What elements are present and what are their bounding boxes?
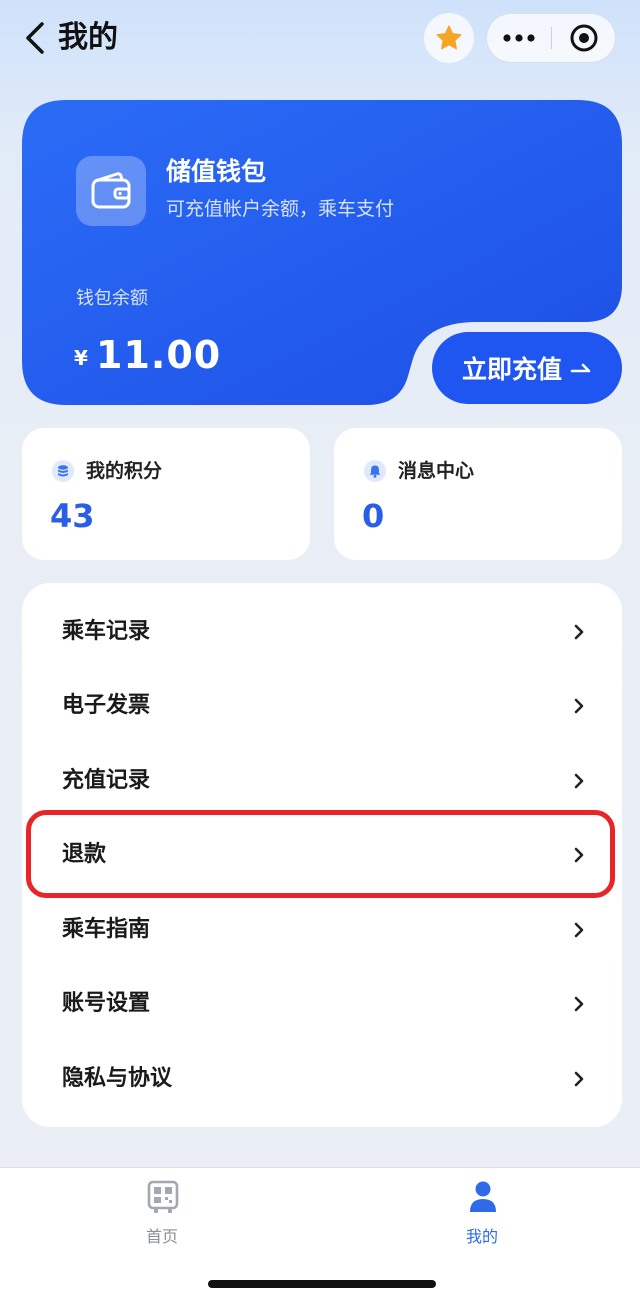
menu-list: 乘车记录 电子发票 充值记录 退款 乘车指南 账号设置 隐私与协议 bbox=[22, 583, 622, 1127]
target-icon bbox=[570, 24, 598, 52]
recharge-label: 立即充值 bbox=[461, 355, 562, 384]
points-value: 43 bbox=[50, 497, 95, 535]
menu-item-label: 乘车记录 bbox=[62, 619, 151, 644]
tab-bar: 首页 我的 bbox=[0, 1167, 640, 1290]
more-icon bbox=[503, 34, 535, 42]
chevron-right-icon bbox=[574, 624, 584, 640]
home-indicator bbox=[208, 1280, 436, 1288]
messages-value: 0 bbox=[362, 497, 385, 535]
recharge-button[interactable]: 立即充值 bbox=[432, 332, 622, 404]
qr-code-icon bbox=[147, 1180, 179, 1213]
chevron-right-icon bbox=[574, 847, 584, 863]
star-icon bbox=[436, 25, 462, 50]
tab-mine-label: 我的 bbox=[465, 1227, 498, 1246]
mini-program-capsule bbox=[486, 13, 616, 63]
close-miniprogram-button[interactable] bbox=[552, 14, 616, 62]
menu-item-ride-records[interactable]: 乘车记录 bbox=[22, 595, 622, 669]
bell-icon bbox=[364, 460, 386, 482]
messages-label: 消息中心 bbox=[398, 460, 475, 482]
menu-item-e-invoice[interactable]: 电子发票 bbox=[22, 669, 622, 743]
coins-icon bbox=[52, 460, 74, 482]
chevron-right-icon bbox=[574, 922, 584, 938]
menu-item-label: 隐私与协议 bbox=[62, 1066, 173, 1091]
points-label: 我的积分 bbox=[86, 460, 163, 482]
chevron-right-icon bbox=[574, 1071, 584, 1087]
user-icon bbox=[470, 1181, 496, 1212]
wallet-icon bbox=[91, 172, 131, 209]
points-card[interactable]: 我的积分 43 bbox=[22, 428, 310, 560]
more-button[interactable] bbox=[487, 14, 551, 62]
menu-item-refund[interactable]: 退款 bbox=[22, 818, 622, 892]
chevron-right-icon bbox=[574, 773, 584, 789]
menu-item-privacy-agreement[interactable]: 隐私与协议 bbox=[22, 1042, 622, 1116]
menu-item-ride-guide[interactable]: 乘车指南 bbox=[22, 893, 622, 967]
menu-item-label: 乘车指南 bbox=[62, 917, 151, 942]
page-title: 我的 bbox=[58, 20, 118, 55]
chevron-right-icon bbox=[574, 698, 584, 714]
menu-item-account-settings[interactable]: 账号设置 bbox=[22, 967, 622, 1041]
back-button[interactable] bbox=[22, 18, 52, 58]
menu-item-label: 充值记录 bbox=[62, 768, 151, 793]
balance-amount: 11.00 bbox=[96, 333, 222, 377]
favorite-button[interactable] bbox=[424, 13, 474, 63]
wallet-title: 储值钱包 bbox=[166, 157, 267, 186]
arrow-right-icon bbox=[570, 361, 592, 375]
balance-label: 钱包余额 bbox=[76, 288, 148, 309]
menu-item-label: 账号设置 bbox=[62, 991, 151, 1016]
wallet-subtitle: 可充值帐户余额，乘车支付 bbox=[166, 198, 395, 220]
back-icon bbox=[26, 22, 44, 54]
chevron-right-icon bbox=[574, 996, 584, 1012]
currency-symbol: ¥ bbox=[74, 346, 88, 370]
messages-card[interactable]: 消息中心 0 bbox=[334, 428, 622, 560]
tab-home[interactable]: 首页 bbox=[62, 1168, 262, 1268]
tab-mine[interactable]: 我的 bbox=[382, 1168, 582, 1268]
menu-item-label: 电子发票 bbox=[62, 693, 151, 718]
top-bar: 我的 bbox=[0, 0, 640, 80]
menu-item-label: 退款 bbox=[62, 842, 107, 867]
menu-item-recharge-records[interactable]: 充值记录 bbox=[22, 744, 622, 818]
wallet-icon-box bbox=[76, 156, 146, 226]
tab-home-label: 首页 bbox=[145, 1227, 178, 1246]
